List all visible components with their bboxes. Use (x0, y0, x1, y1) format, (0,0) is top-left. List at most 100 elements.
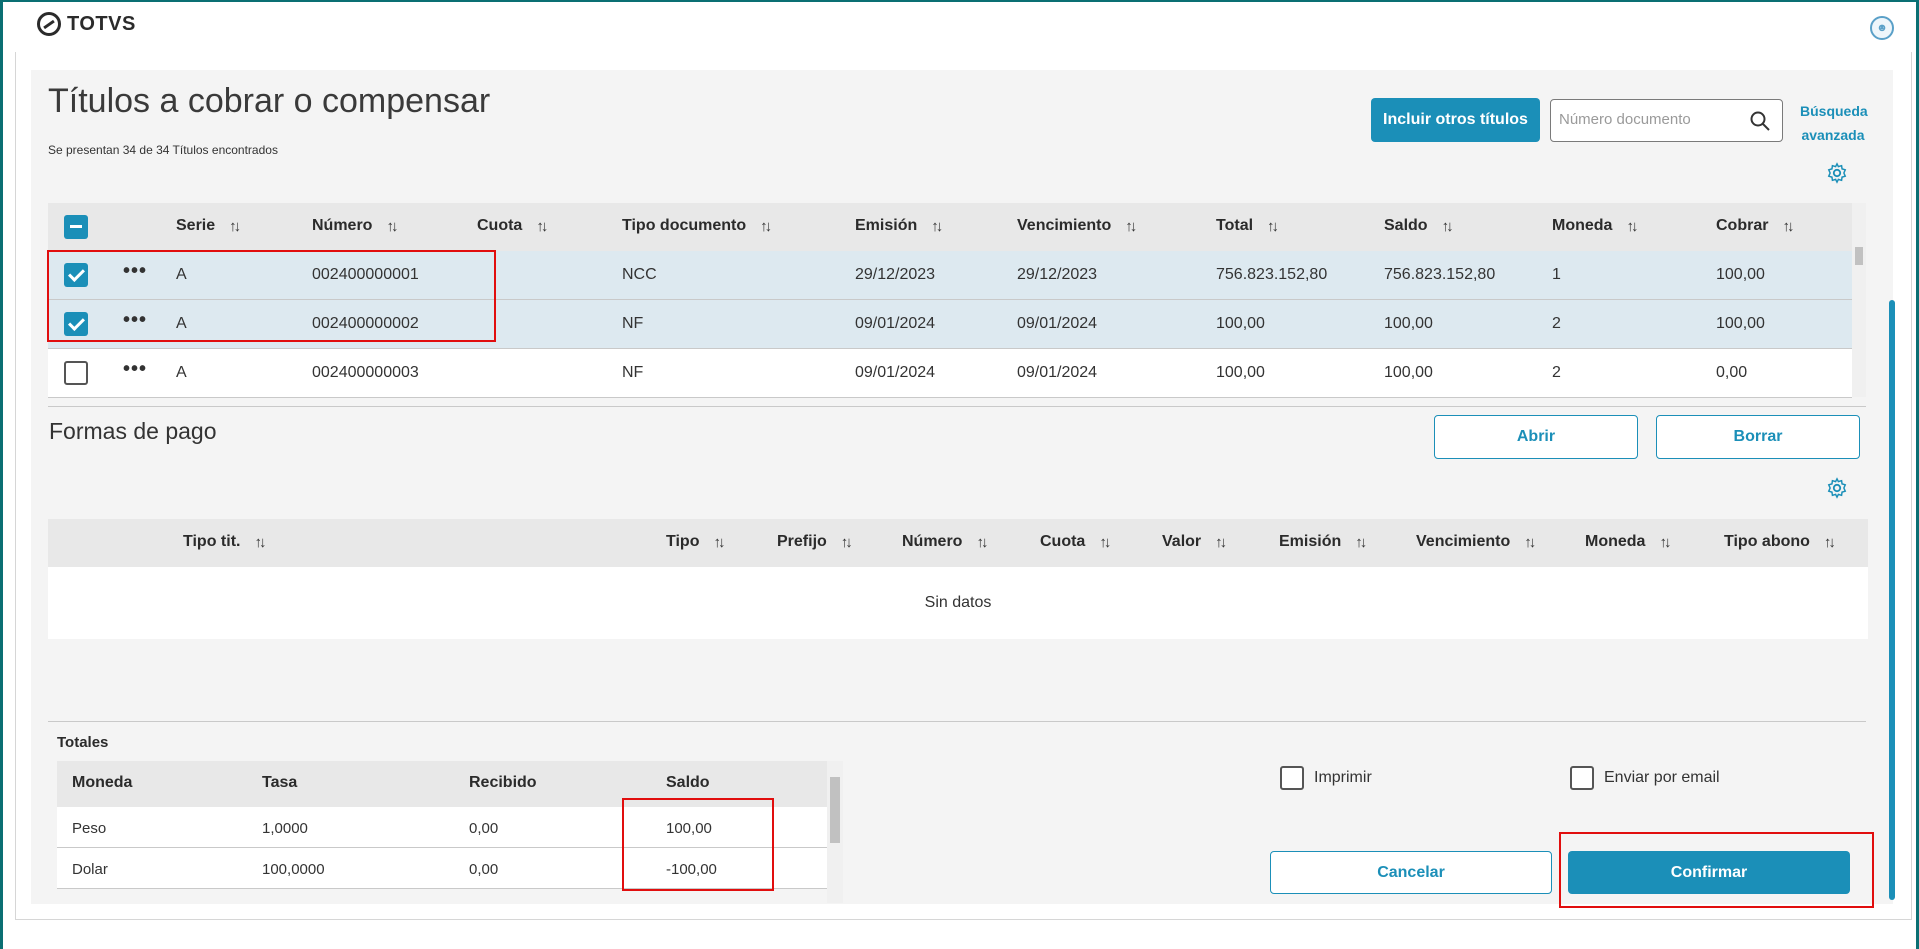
cell-numero: 002400000003 (312, 364, 419, 381)
cell-tipo: NF (622, 364, 644, 381)
select-all-checkbox[interactable] (64, 215, 88, 239)
logo-text: TOTVS (67, 12, 136, 35)
col-saldo[interactable]: Saldo ↑↓ (1384, 217, 1454, 235)
sort-icon[interactable]: ↑↓ (1215, 534, 1227, 551)
email-label: Enviar por email (1604, 769, 1720, 786)
col-tipo-documento[interactable]: Tipo documento ↑↓ (622, 217, 772, 235)
highlight-saldo-values (622, 798, 774, 891)
cell-vencimiento: 29/12/2023 (1017, 266, 1098, 283)
cell-emision: 29/12/2023 (855, 266, 936, 283)
sort-icon[interactable]: ↑↓ (254, 534, 266, 551)
sort-icon[interactable]: ↑↓ (536, 218, 548, 235)
titles-table-scrollbar[interactable] (1852, 203, 1866, 397)
sort-icon[interactable]: ↑↓ (229, 218, 241, 235)
row-actions-icon[interactable]: ••• (123, 358, 147, 381)
table-row[interactable]: ••• A 002400000003 NF 09/01/2024 09/01/2… (48, 349, 1852, 398)
tot-cell-tasa: 1,0000 (262, 820, 308, 837)
tot-col-recibido: Recibido (469, 774, 537, 791)
search-icon[interactable] (1750, 111, 1770, 131)
document-search (1550, 99, 1783, 142)
cell-vencimiento: 09/01/2024 (1017, 315, 1098, 332)
tot-col-saldo: Saldo (666, 774, 710, 791)
tot-cell-tasa: 100,0000 (262, 861, 325, 878)
cell-total: 100,00 (1216, 364, 1265, 381)
email-checkbox[interactable] (1570, 766, 1594, 790)
sort-icon[interactable]: ↑↓ (976, 534, 988, 551)
email-option[interactable]: Enviar por email (1570, 766, 1720, 790)
col-vencimiento-pago[interactable]: Vencimiento ↑↓ (1416, 533, 1536, 551)
col-numero[interactable]: Número ↑↓ (312, 217, 398, 235)
col-moneda[interactable]: Moneda ↑↓ (1552, 217, 1638, 235)
col-emision-pago[interactable]: Emisión ↑↓ (1279, 533, 1367, 551)
totvs-logo[interactable]: TOTVS (37, 12, 136, 36)
sort-icon[interactable]: ↑↓ (760, 218, 772, 235)
cell-tipo: NCC (622, 266, 657, 283)
payment-section-title: Formas de pago (49, 418, 217, 444)
highlight-confirm (1559, 832, 1874, 908)
results-count: Se presentan 34 de 34 Títulos encontrado… (48, 143, 278, 157)
sort-icon[interactable]: ↑↓ (1125, 218, 1137, 235)
cell-total: 756.823.152,80 (1216, 266, 1328, 283)
table-settings-gear-icon[interactable] (1826, 162, 1848, 184)
col-numero-pago[interactable]: Número ↑↓ (902, 533, 988, 551)
col-cobrar[interactable]: Cobrar ↑↓ (1716, 217, 1794, 235)
tot-cell-recibido: 0,00 (469, 820, 499, 837)
cell-total: 100,00 (1216, 315, 1265, 332)
col-prefijo[interactable]: Prefijo ↑↓ (777, 533, 853, 551)
sort-icon[interactable]: ↑↓ (1626, 218, 1638, 235)
titles-table-header: Serie ↑↓ Número ↑↓ Cuota ↑↓ Tipo documento ↑… (48, 203, 1852, 251)
col-serie[interactable]: Serie ↑↓ (176, 217, 241, 235)
totals-divider (48, 721, 1866, 722)
page-title: Títulos a cobrar o compensar (48, 82, 491, 120)
sort-icon[interactable]: ↑↓ (931, 218, 943, 235)
col-total[interactable]: Total ↑↓ (1216, 217, 1279, 235)
advanced-search-link[interactable]: Búsqueda avanzada (1800, 99, 1868, 147)
titles-scroll-thumb[interactable] (1855, 247, 1863, 265)
col-tipo-abono[interactable]: Tipo abono ↑↓ (1724, 533, 1836, 551)
delete-button[interactable]: Borrar (1656, 415, 1860, 459)
document-search-input[interactable] (1559, 111, 1744, 128)
app-header: TOTVS ☻ (17, 2, 1912, 54)
col-vencimiento[interactable]: Vencimiento ↑↓ (1017, 217, 1137, 235)
col-valor[interactable]: Valor ↑↓ (1162, 533, 1227, 551)
sort-icon[interactable]: ↑↓ (1099, 534, 1111, 551)
cell-vencimiento: 09/01/2024 (1017, 364, 1098, 381)
cell-cobrar: 100,00 (1716, 315, 1765, 332)
sort-icon[interactable]: ↑↓ (1659, 534, 1671, 551)
totals-scroll-thumb[interactable] (830, 777, 840, 843)
cancel-button[interactable]: Cancelar (1270, 851, 1552, 894)
include-titles-button[interactable]: Incluir otros títulos (1371, 98, 1540, 142)
cell-emision: 09/01/2024 (855, 315, 936, 332)
col-tipo-tit[interactable]: Tipo tit. ↑↓ (183, 533, 266, 551)
print-checkbox[interactable] (1280, 766, 1304, 790)
col-emision[interactable]: Emisión ↑↓ (855, 217, 943, 235)
window-frame-left (0, 0, 3, 949)
user-avatar-icon[interactable]: ☻ (1870, 16, 1894, 40)
print-option[interactable]: Imprimir (1280, 766, 1372, 790)
print-label: Imprimir (1314, 769, 1372, 786)
page-scrollbar[interactable] (1889, 300, 1895, 900)
sort-icon[interactable]: ↑↓ (1524, 534, 1536, 551)
col-cuota-pago[interactable]: Cuota ↑↓ (1040, 533, 1111, 551)
sort-icon[interactable]: ↑↓ (841, 534, 853, 551)
sort-icon[interactable]: ↑↓ (1355, 534, 1367, 551)
sort-icon[interactable]: ↑↓ (1442, 218, 1454, 235)
col-moneda-pago[interactable]: Moneda ↑↓ (1585, 533, 1671, 551)
col-tipo[interactable]: Tipo ↑↓ (666, 533, 725, 551)
open-button[interactable]: Abrir (1434, 415, 1638, 459)
payment-settings-gear-icon[interactable] (1826, 477, 1848, 499)
cell-emision: 09/01/2024 (855, 364, 936, 381)
tot-col-moneda: Moneda (72, 774, 133, 791)
totals-scrollbar[interactable] (827, 761, 843, 903)
sort-icon[interactable]: ↑↓ (1782, 218, 1794, 235)
sort-icon[interactable]: ↑↓ (386, 218, 398, 235)
cell-moneda: 1 (1552, 266, 1561, 283)
col-cuota[interactable]: Cuota ↑↓ (477, 217, 548, 235)
sort-icon[interactable]: ↑↓ (1824, 534, 1836, 551)
sort-icon[interactable]: ↑↓ (713, 534, 725, 551)
cell-saldo: 100,00 (1384, 315, 1433, 332)
sort-icon[interactable]: ↑↓ (1267, 218, 1279, 235)
section-divider (48, 406, 1866, 407)
cell-moneda: 2 (1552, 315, 1561, 332)
row-checkbox[interactable] (64, 361, 88, 385)
